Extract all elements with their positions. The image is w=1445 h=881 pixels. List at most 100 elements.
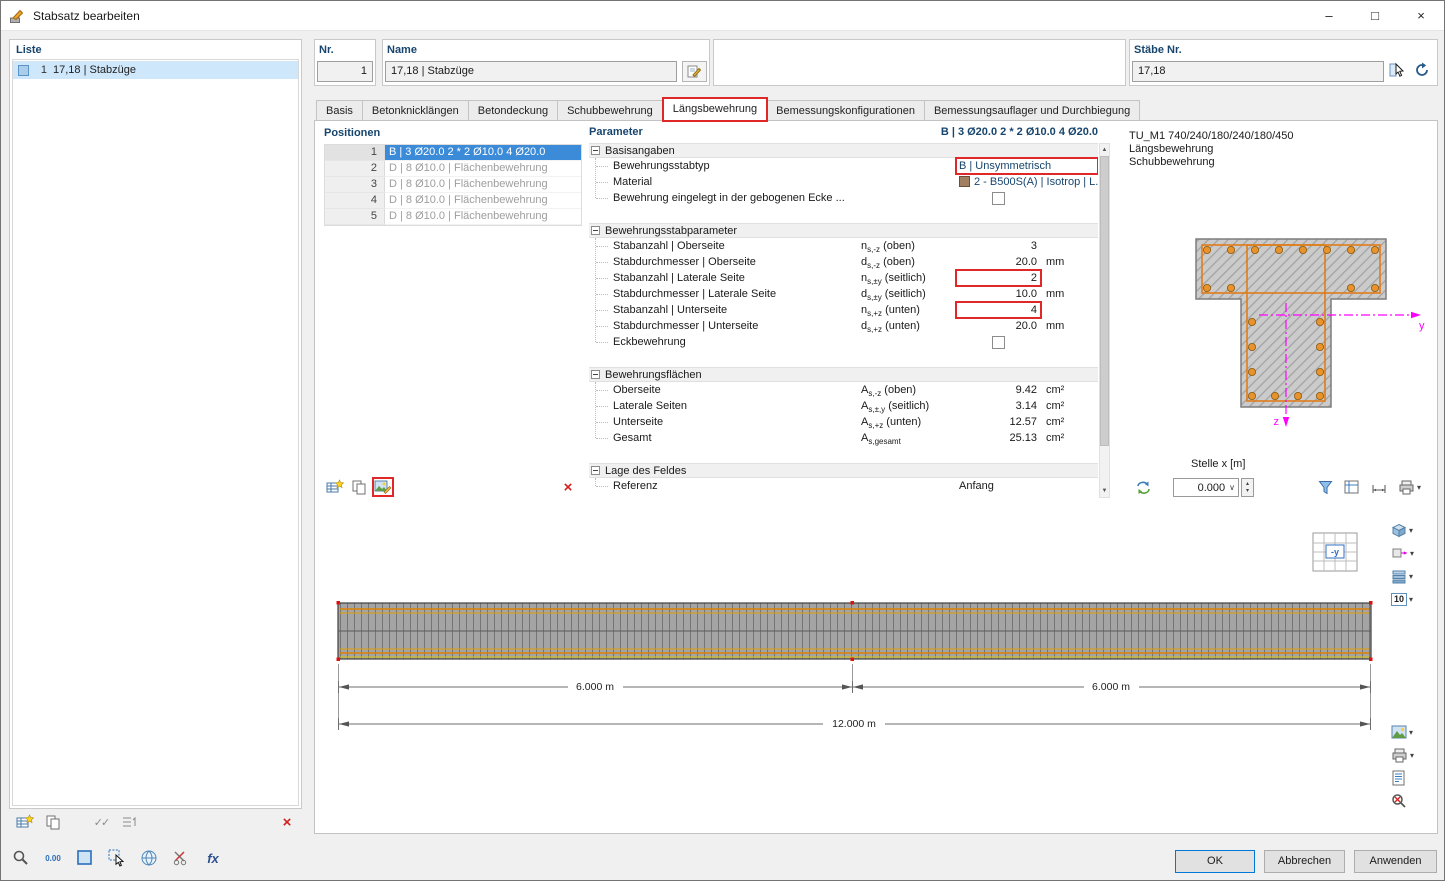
material-dropdown[interactable]: 2 - B500S(A) | Isotrop | L... xyxy=(956,174,1098,190)
collapse-icon[interactable] xyxy=(591,146,600,155)
filter-button[interactable] xyxy=(1315,478,1335,496)
referenz-dropdown[interactable]: Anfang xyxy=(956,478,1098,494)
maximize-button[interactable]: □ xyxy=(1352,1,1398,31)
report-button[interactable] xyxy=(1389,769,1416,787)
restore-selection-button[interactable] xyxy=(1412,61,1432,79)
decimal-places-button[interactable]: 0.00 xyxy=(43,849,63,867)
select-members-button[interactable] xyxy=(1387,61,1407,79)
position-row[interactable]: 1 B | 3 Ø20.0 2 * 2 Ø10.0 4 Ø20.0 xyxy=(325,145,581,161)
row-flaeche-oberseite[interactable]: Oberseite As,-z (oben) 9.42 cm² xyxy=(589,382,1098,398)
param-value-cell[interactable]: 10.0 xyxy=(956,286,1041,302)
tab-bemessungsauflager[interactable]: Bemessungsauflager und Durchbiegung xyxy=(924,100,1141,121)
tab-bemessungskonfigurationen[interactable]: Bemessungskonfigurationen xyxy=(767,100,925,121)
display-colors-button[interactable] xyxy=(75,849,95,867)
cancel-button[interactable]: Abbrechen xyxy=(1264,850,1345,873)
row-stabdurchmesser-unterseite[interactable]: Stabdurchmesser | Unterseite ds,+z (unte… xyxy=(589,318,1098,334)
rename-button[interactable] xyxy=(682,61,707,82)
row-flaeche-unterseite[interactable]: Unterseite As,+z (unten) 12.57 cm² xyxy=(589,414,1098,430)
position-row[interactable]: 2 D | 8 Ø10.0 | Flächenbewehrung xyxy=(325,161,581,177)
position-row[interactable]: 5 D | 8 Ø10.0 | Flächenbewehrung xyxy=(325,209,581,225)
tab-betonknicklaengen[interactable]: Betonknicklängen xyxy=(362,100,469,121)
eckbewehrung-checkbox[interactable] xyxy=(992,335,1005,349)
view-axis-indicator[interactable]: -y xyxy=(1307,529,1363,577)
cross-section-view[interactable]: y z xyxy=(1141,227,1431,435)
param-value-cell[interactable]: 20.0 xyxy=(956,254,1041,270)
print-button[interactable]: ▾ xyxy=(1389,746,1416,764)
row-flaeche-gesamt[interactable]: Gesamt As,gesamt 25.13 cm² xyxy=(589,430,1098,446)
row-stabanzahl-laterale-seite[interactable]: Stabanzahl | Laterale Seite ns,±y (seitl… xyxy=(589,269,1098,287)
dropdown-icon[interactable]: ▾ xyxy=(1410,751,1414,760)
row-material[interactable]: Material 2 - B500S(A) | Isotrop | L... xyxy=(589,174,1098,190)
row-flaeche-laterale-seiten[interactable]: Laterale Seiten As,±,y (seitlich) 3.14 c… xyxy=(589,398,1098,414)
tab-laengsbewehrung[interactable]: Längsbewehrung xyxy=(661,97,769,122)
parameter-scrollbar[interactable]: ▲ ▼ xyxy=(1099,143,1110,498)
row-referenz[interactable]: Referenz Anfang xyxy=(589,478,1098,494)
param-value-cell[interactable]: 4 xyxy=(955,301,1042,319)
check-all-button[interactable]: ✓✓ xyxy=(91,813,111,831)
stepper-down-icon[interactable]: ▾ xyxy=(1246,488,1249,495)
row-eckbewehrung[interactable]: Eckbewehrung xyxy=(589,334,1098,350)
zoom-reset-button[interactable] xyxy=(1389,792,1416,810)
delete-member-set-button[interactable]: × xyxy=(277,813,297,831)
row-stabanzahl-oberseite[interactable]: Stabanzahl | Oberseite ns,-z (oben) 3 xyxy=(589,238,1098,254)
row-bewehrung-ecke[interactable]: Bewehrung eingelegt in der gebogenen Eck… xyxy=(589,190,1098,206)
dropdown-icon[interactable]: ▾ xyxy=(1409,572,1413,581)
copy-position-button[interactable] xyxy=(349,478,369,496)
add-position-button[interactable] xyxy=(325,478,345,496)
combo-arrow-icon[interactable]: ∨ xyxy=(1229,483,1235,492)
member-set-list[interactable]: 1 17,18 | Stabzüge xyxy=(12,59,299,806)
select-objects-button[interactable] xyxy=(107,849,127,867)
scrollbar-thumb[interactable] xyxy=(1100,156,1109,446)
position-row[interactable]: 3 D | 8 Ø10.0 | Flächenbewehrung xyxy=(325,177,581,193)
tab-schubbewehrung[interactable]: Schubbewehrung xyxy=(558,100,663,121)
dropdown-icon[interactable]: ▾ xyxy=(1409,728,1413,737)
list-item-member-set[interactable]: 1 17,18 | Stabzüge xyxy=(13,61,298,79)
param-value-cell[interactable]: 2 xyxy=(955,269,1042,287)
rendering-button[interactable] xyxy=(139,849,159,867)
section-display-button[interactable] xyxy=(1342,478,1362,496)
display-properties-button[interactable]: ▾ xyxy=(1389,723,1416,741)
position-row[interactable]: 4 D | 8 Ø10.0 | Flächenbewehrung xyxy=(325,193,581,209)
dimensions-button[interactable] xyxy=(1369,478,1389,496)
formula-button[interactable]: fx xyxy=(203,849,223,867)
delete-position-button[interactable]: × xyxy=(558,478,578,496)
visibility-button[interactable]: ▾ xyxy=(1389,567,1416,585)
staebe-field[interactable]: 17,18 xyxy=(1132,61,1384,82)
collapse-icon[interactable] xyxy=(591,370,600,379)
position-stepper[interactable]: ▴ ▾ xyxy=(1241,478,1254,497)
row-bewehrungsstabtyp[interactable]: Bewehrungsstabtyp B | Unsymmetrisch xyxy=(589,157,1098,175)
position-combobox[interactable]: 0.000 ∨ xyxy=(1173,478,1239,497)
row-stabdurchmesser-laterale-seite[interactable]: Stabdurchmesser | Laterale Seite ds,±y (… xyxy=(589,286,1098,302)
sync-position-button[interactable] xyxy=(1132,478,1156,498)
sort-button[interactable] xyxy=(119,813,139,831)
view-direction-button[interactable]: ▾ xyxy=(1389,544,1416,562)
row-stabanzahl-unterseite[interactable]: Stabanzahl | Unterseite ns,+z (unten) 4 xyxy=(589,301,1098,319)
beam-elevation-view[interactable]: 6.000 m 6.000 m 12.000 m xyxy=(316,506,1438,832)
print-preview-button[interactable]: ▾ xyxy=(1396,478,1423,496)
scroll-up-icon[interactable]: ▲ xyxy=(1100,144,1109,156)
tab-basis[interactable]: Basis xyxy=(316,100,363,121)
name-field[interactable]: 17,18 | Stabzüge xyxy=(385,61,677,82)
row-stabdurchmesser-oberseite[interactable]: Stabdurchmesser | Oberseite ds,-z (oben)… xyxy=(589,254,1098,270)
add-member-set-button[interactable] xyxy=(15,813,35,831)
param-value-cell[interactable]: 3 xyxy=(956,238,1041,254)
close-button[interactable]: × xyxy=(1398,1,1444,31)
generate-position-button[interactable] xyxy=(372,477,394,497)
dropdown-icon[interactable]: ▾ xyxy=(1409,595,1413,604)
bewehrungsstabtyp-dropdown[interactable]: B | Unsymmetrisch xyxy=(955,157,1098,175)
nr-field[interactable]: 1 xyxy=(317,61,373,82)
clipping-button[interactable] xyxy=(171,849,191,867)
find-button[interactable] xyxy=(11,849,31,867)
dropdown-icon[interactable]: ▾ xyxy=(1410,549,1414,558)
collapse-icon[interactable] xyxy=(591,226,600,235)
copy-member-set-button[interactable] xyxy=(43,813,63,831)
ok-button[interactable]: OK xyxy=(1175,850,1255,873)
apply-button[interactable]: Anwenden xyxy=(1354,850,1437,873)
dropdown-icon[interactable]: ▾ xyxy=(1417,483,1421,492)
collapse-icon[interactable] xyxy=(591,466,600,475)
dropdown-icon[interactable]: ▾ xyxy=(1409,526,1413,535)
stepper-up-icon[interactable]: ▴ xyxy=(1246,481,1249,488)
param-value-cell[interactable]: 20.0 xyxy=(956,318,1041,334)
scroll-down-icon[interactable]: ▼ xyxy=(1100,485,1109,497)
ecke-checkbox[interactable] xyxy=(992,191,1005,205)
